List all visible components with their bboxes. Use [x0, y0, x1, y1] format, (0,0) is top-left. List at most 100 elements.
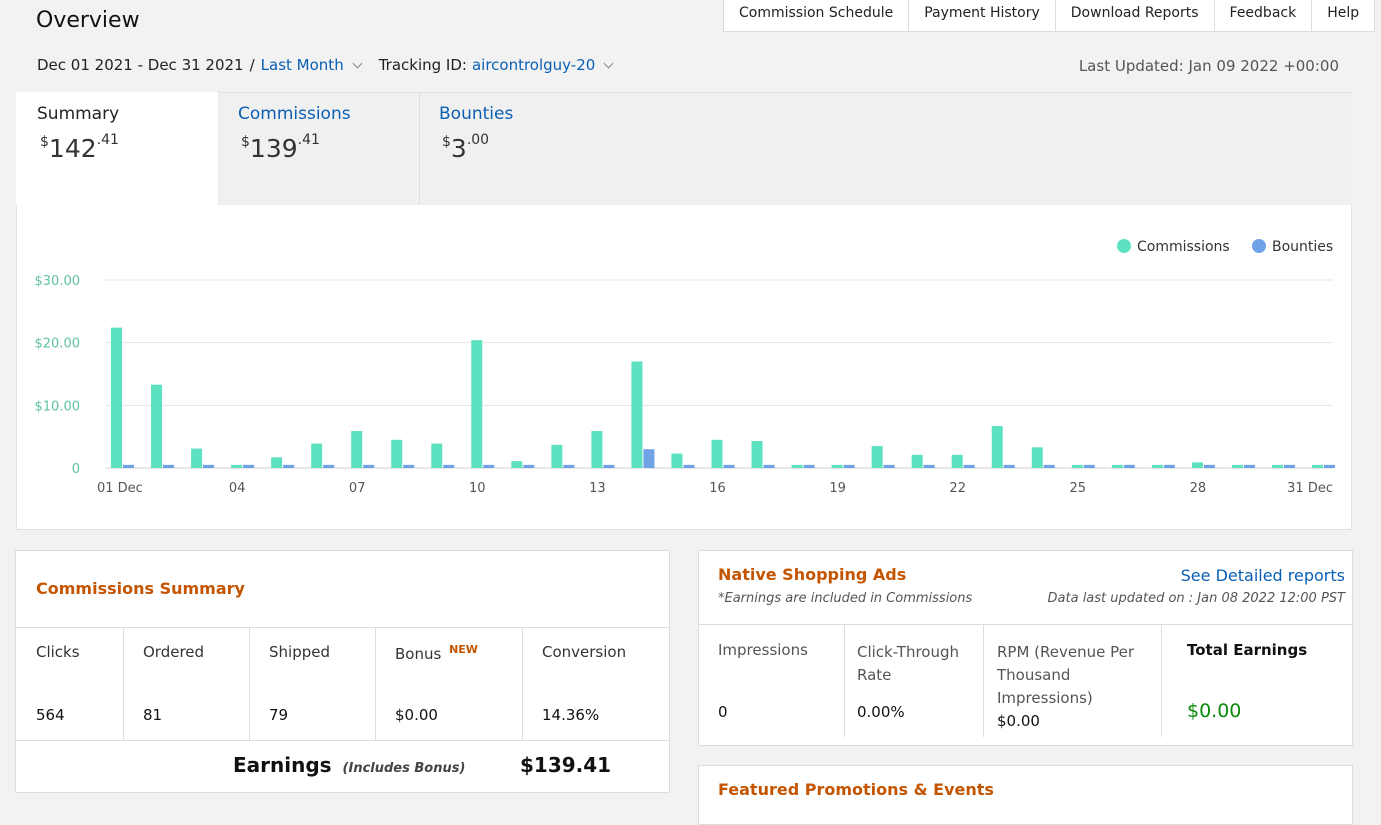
bounty-bar — [1043, 464, 1055, 468]
shipped-label: Shipped — [269, 643, 330, 661]
commission-bar — [1312, 464, 1323, 468]
bounty-bar — [723, 464, 735, 468]
commission-bar — [551, 444, 563, 468]
commission-bar — [511, 461, 523, 468]
commission-bar — [631, 361, 643, 468]
commission-bar — [871, 446, 883, 468]
tracking-id-dropdown[interactable]: aircontrolguy-20 — [472, 56, 595, 74]
payment-history-button[interactable]: Payment History — [908, 0, 1056, 32]
rpm-label: RPM (Revenue Per Thousand Impressions) — [997, 643, 1135, 707]
commissions-summary-card: Commissions Summary Clicks 564 Ordered 8… — [15, 550, 670, 793]
conversion-value: 14.36% — [542, 706, 600, 724]
total-earnings-value: $0.00 — [1187, 700, 1242, 722]
bounty-bar — [1123, 464, 1135, 468]
see-detailed-reports-link[interactable]: See Detailed reports — [1181, 566, 1345, 585]
bounty-bar — [1083, 464, 1095, 468]
summary-total: $142.41 — [40, 132, 119, 163]
commission-bar — [671, 453, 683, 468]
tab-summary[interactable]: Summary $142.41 — [16, 92, 218, 212]
chevron-down-icon[interactable] — [603, 58, 614, 68]
bonus-value: $0.00 — [395, 706, 438, 724]
divider — [16, 740, 669, 741]
bounty-bar — [1283, 464, 1295, 468]
x-tick-label: 04 — [229, 481, 246, 496]
bounty-bar — [1003, 464, 1015, 468]
divider — [522, 628, 523, 740]
x-tick-label: 01 Dec — [97, 481, 143, 496]
commission-schedule-button[interactable]: Commission Schedule — [723, 0, 910, 32]
x-tick-label: 10 — [469, 481, 486, 496]
commission-bar — [431, 443, 443, 468]
period-dropdown[interactable]: Last Month — [261, 56, 344, 74]
bounty-bar — [923, 464, 935, 468]
chevron-down-icon[interactable] — [352, 58, 363, 68]
commission-bar — [351, 431, 363, 468]
earnings-value: $139.41 — [520, 753, 612, 777]
y-tick-label: $10.00 — [35, 399, 81, 414]
tracking-id-label: Tracking ID: — [378, 56, 467, 74]
commission-bar — [1151, 464, 1163, 468]
bounty-bar — [243, 464, 255, 468]
impressions-label: Impressions — [718, 641, 808, 659]
featured-promotions-card: Featured Promotions & Events — [698, 765, 1353, 825]
last-updated: Last Updated: Jan 09 2022 +00:00 — [1078, 57, 1339, 75]
native-ads-data-updated: Data last updated on : Jan 08 2022 12:00… — [1047, 591, 1345, 606]
tab-bounties[interactable]: Bounties $3.00 — [420, 92, 620, 205]
commission-bar — [711, 439, 723, 468]
top-navigation: Commission Schedule Payment History Down… — [723, 0, 1376, 32]
bounty-bar — [163, 464, 175, 468]
x-tick-label: 31 Dec — [1287, 481, 1333, 496]
bounty-bar — [123, 464, 134, 468]
bounty-bar — [603, 464, 615, 468]
tab-summary-label: Summary — [37, 104, 120, 124]
legend-commissions-icon — [1117, 239, 1131, 253]
bounty-bar — [563, 464, 575, 468]
clicks-value: 564 — [36, 706, 65, 724]
y-tick-label: $30.00 — [35, 274, 81, 289]
help-button[interactable]: Help — [1311, 0, 1376, 32]
conversion-label: Conversion — [542, 643, 627, 661]
commission-bar — [751, 441, 763, 468]
commission-bar — [591, 431, 603, 468]
tab-commissions[interactable]: Commissions $139.41 — [218, 92, 419, 205]
commission-bar — [271, 457, 283, 468]
new-badge: NEW — [449, 643, 478, 656]
date-range: Dec 01 2021 - Dec 31 2021 — [37, 56, 244, 74]
shipped-value: 79 — [269, 706, 289, 724]
feedback-button[interactable]: Feedback — [1213, 0, 1313, 32]
commissions-total: $139.41 — [241, 132, 320, 163]
commission-bar — [1031, 447, 1043, 468]
divider — [16, 627, 669, 628]
commission-bar — [791, 464, 803, 468]
bounty-bar — [643, 449, 655, 468]
commission-bar — [831, 464, 843, 468]
page-title: Overview — [36, 8, 140, 33]
bounty-bar — [763, 464, 775, 468]
bounty-bar — [323, 464, 335, 468]
divider — [983, 625, 984, 737]
bounty-bar — [283, 464, 295, 468]
native-shopping-ads-card: Native Shopping Ads *Earnings are includ… — [698, 550, 1353, 746]
download-reports-button[interactable]: Download Reports — [1054, 0, 1215, 32]
x-tick-label: 25 — [1070, 481, 1087, 496]
bounty-bar — [483, 464, 495, 468]
x-tick-label: 16 — [709, 481, 726, 496]
commission-bar — [1071, 464, 1083, 468]
bounty-bar — [803, 464, 815, 468]
total-earnings-label: Total Earnings — [1187, 641, 1308, 659]
legend-bounties-icon — [1252, 239, 1266, 253]
x-tick-label: 13 — [589, 481, 606, 496]
bounty-bar — [523, 464, 535, 468]
x-tick-label: 19 — [829, 481, 846, 496]
legend-bounties-label: Bounties — [1272, 239, 1333, 255]
bounty-bar — [363, 464, 375, 468]
commission-bar — [151, 384, 163, 468]
ctr-label: Click-Through Rate — [857, 643, 959, 684]
commission-bar — [191, 448, 203, 468]
bounty-bar — [403, 464, 415, 468]
bounty-bar — [1243, 464, 1255, 468]
earnings-label: Earnings (Includes Bonus) — [233, 753, 466, 777]
y-tick-label: $20.00 — [35, 337, 81, 352]
bounty-bar — [1324, 464, 1335, 468]
x-tick-label: 22 — [949, 481, 966, 496]
